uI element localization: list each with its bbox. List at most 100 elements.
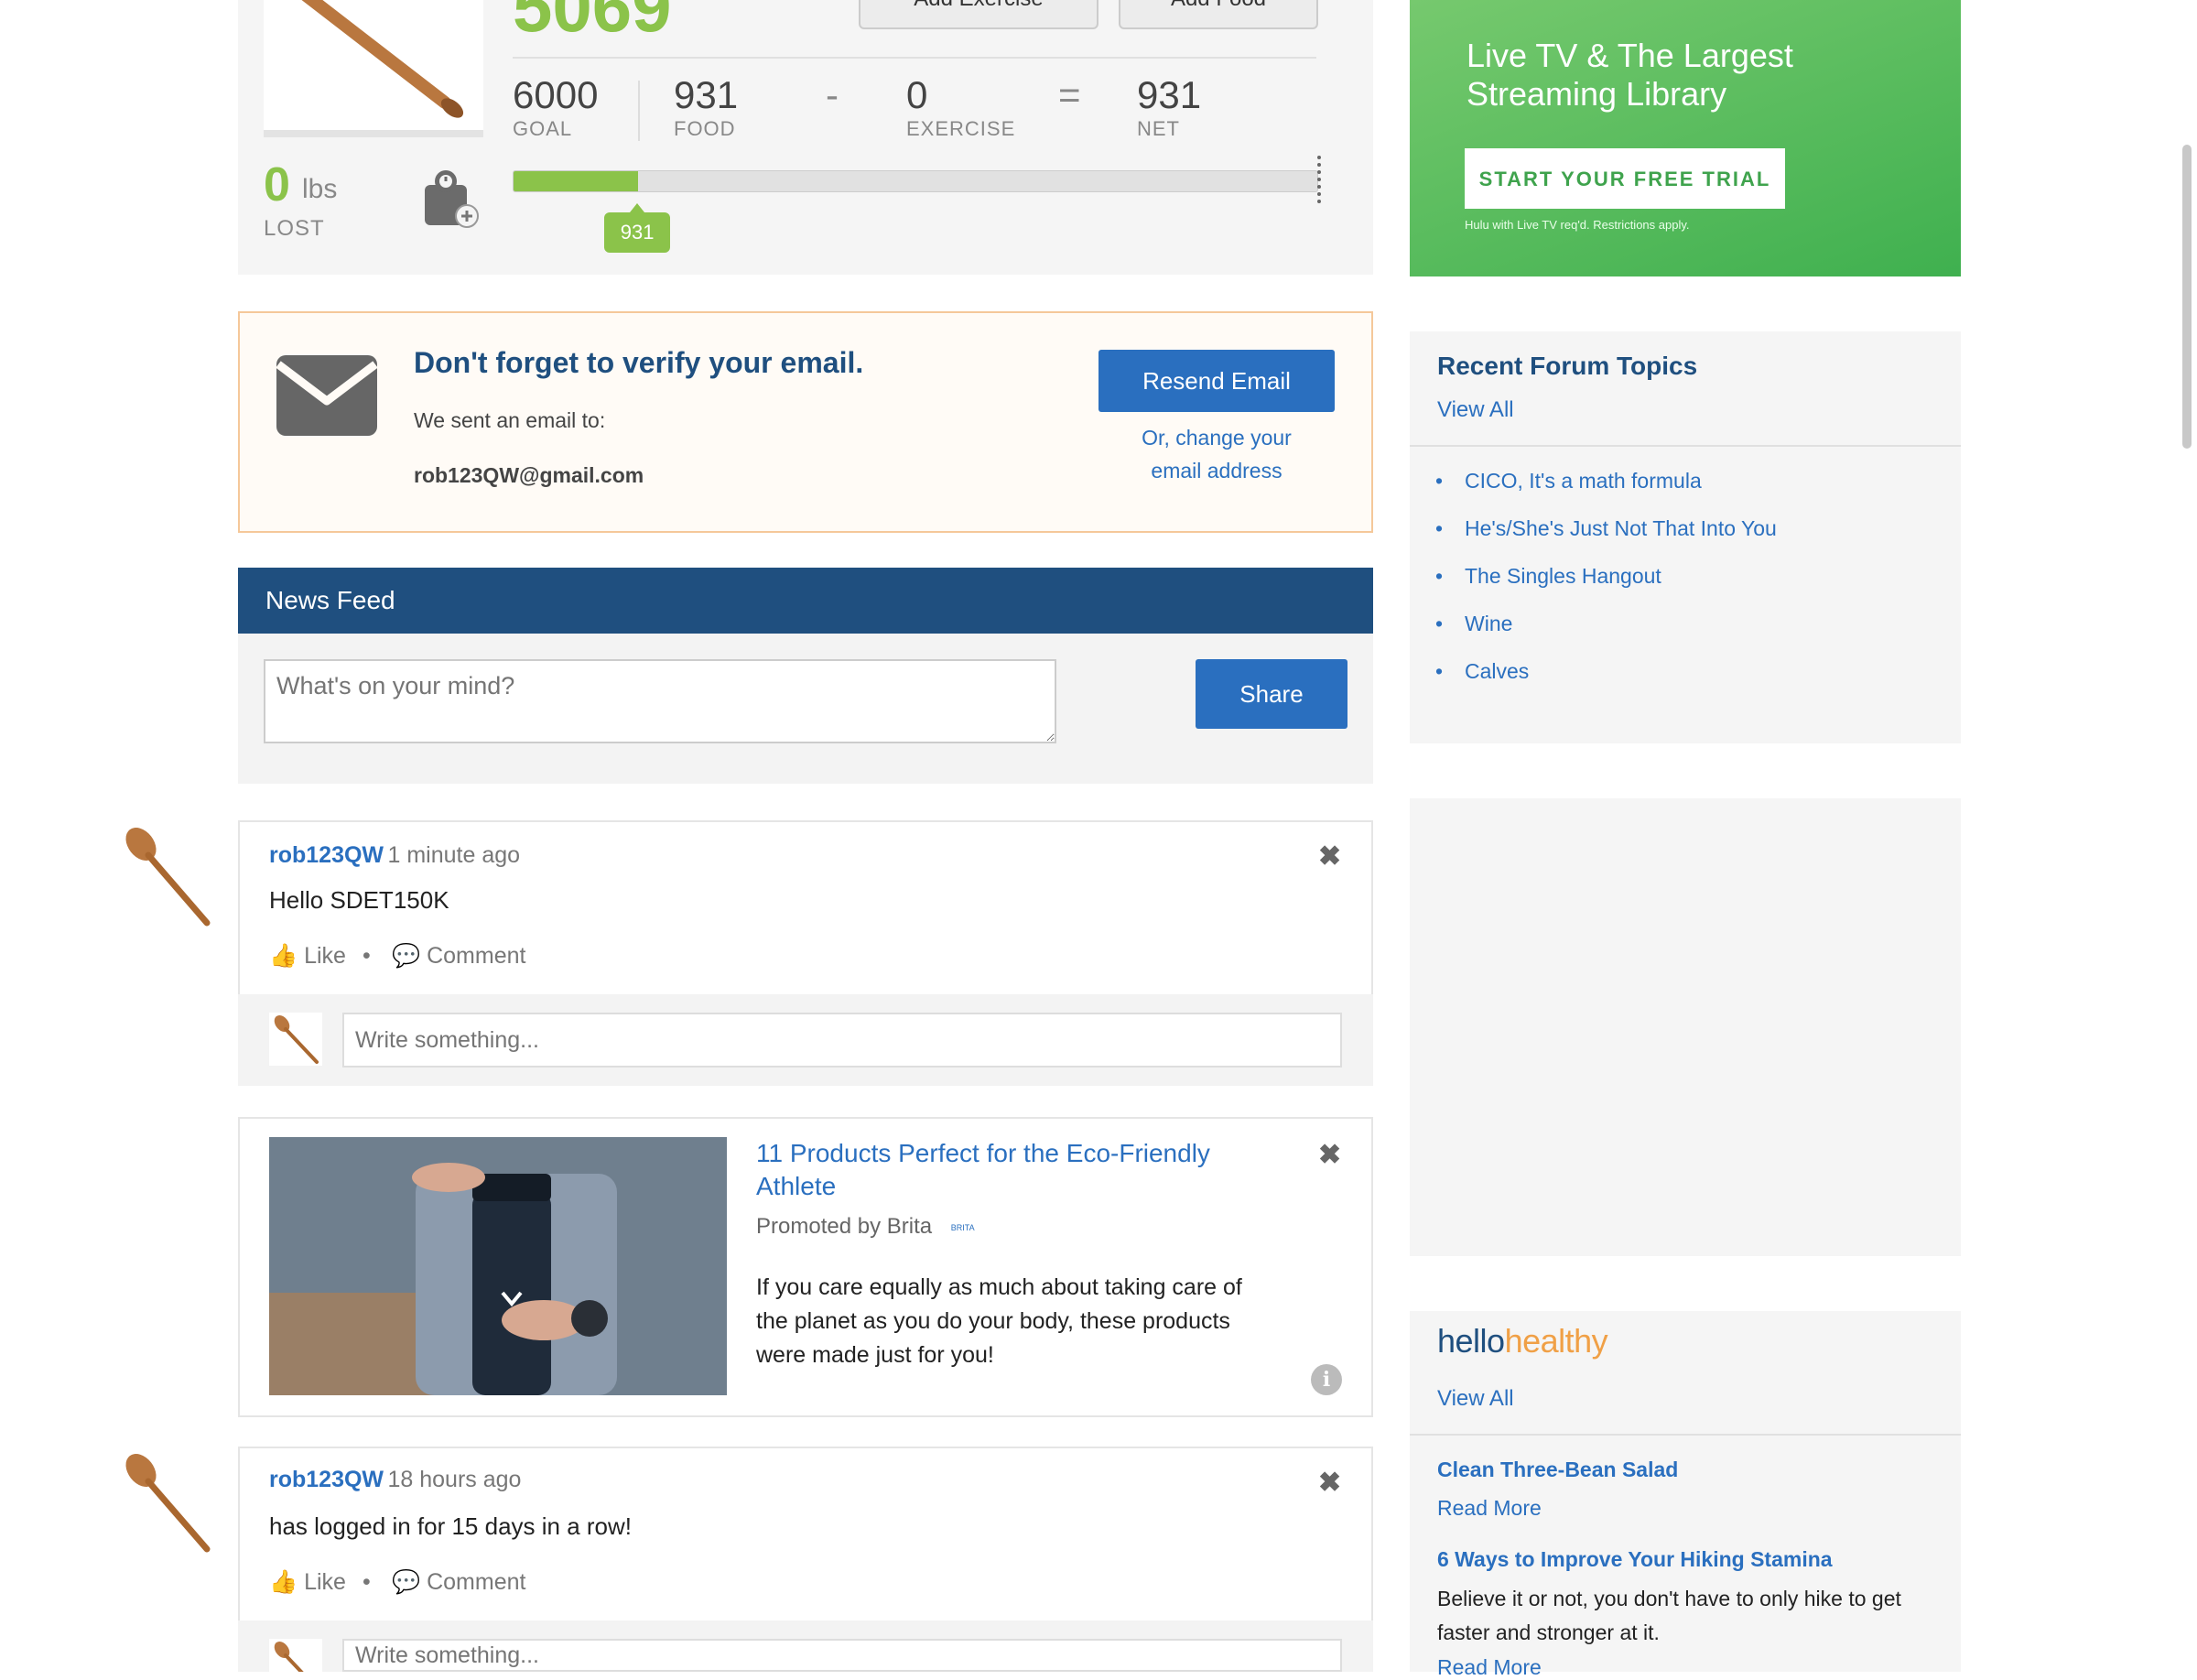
forum-topic-link[interactable]: The Singles Hangout <box>1435 564 1661 589</box>
forum-view-all-link[interactable]: View All <box>1437 397 1514 423</box>
status-input[interactable] <box>264 659 1056 743</box>
change-email-line1[interactable]: Or, change your <box>1098 421 1335 454</box>
share-button[interactable]: Share <box>1196 659 1347 729</box>
progress-fill <box>514 171 639 191</box>
avatar[interactable] <box>114 1447 218 1556</box>
read-more-link[interactable]: Read More <box>1437 1655 1542 1680</box>
close-icon[interactable]: ✖ <box>1318 1139 1341 1171</box>
forum-title: Recent Forum Topics <box>1437 352 1698 380</box>
divider <box>1410 445 1961 447</box>
divider <box>513 57 1316 59</box>
goal-label: GOAL <box>513 117 573 140</box>
spoon-icon <box>301 0 464 118</box>
ad-headline-line2: Streaming Library <box>1466 75 1727 113</box>
hulu-ad[interactable]: Live TV & The Largest Streaming Library … <box>1410 0 1961 276</box>
progress-tooltip: 931 <box>604 203 671 253</box>
progress-goal-marker <box>1317 156 1321 203</box>
minus-sign: - <box>826 73 839 116</box>
hello-healthy-view-all-link[interactable]: View All <box>1437 1386 1514 1412</box>
like-button[interactable]: 👍 Like <box>269 1569 346 1596</box>
post-timestamp: 1 minute ago <box>387 842 521 868</box>
read-more-link[interactable]: Read More <box>1437 1496 1542 1521</box>
divider <box>1410 1434 1961 1436</box>
comment-input[interactable] <box>342 1639 1342 1672</box>
add-exercise-button[interactable]: Add Exercise <box>859 0 1098 29</box>
promo-title-link[interactable]: 11 Products Perfect for the Eco-Friendly… <box>756 1137 1269 1203</box>
ad-placeholder <box>1410 798 1961 1256</box>
post-username[interactable]: rob123QW <box>269 1467 384 1492</box>
like-button[interactable]: 👍 Like <box>269 943 346 970</box>
calorie-progress-bar <box>513 170 1318 192</box>
lbs-lost-label: LOST <box>264 216 325 241</box>
net-value: 931 <box>1137 73 1202 116</box>
brita-logo: BRITA <box>950 1222 975 1232</box>
post-text: Hello SDET150K <box>269 886 449 914</box>
thumbs-up-icon: 👍 <box>269 943 298 969</box>
spoon-icon <box>274 1015 319 1064</box>
profile-photo[interactable] <box>264 0 483 137</box>
divider <box>638 81 640 141</box>
page-scrollbar[interactable] <box>2182 145 2192 449</box>
food-label: FOOD <box>674 117 736 140</box>
post-header: rob123QW 18 hours ago <box>269 1467 521 1493</box>
forum-topic-link[interactable]: Wine <box>1435 612 1512 636</box>
article-description: Believe it or not, you don't have to onl… <box>1437 1587 1901 1644</box>
lbs-lost-unit: lbs <box>302 174 338 204</box>
avatar[interactable] <box>114 820 218 930</box>
goal-value: 6000 <box>513 73 599 116</box>
forum-topic-link[interactable]: He's/She's Just Not That Into You <box>1435 516 1777 541</box>
speech-bubble-icon: 💬 <box>392 943 421 969</box>
resend-email-button[interactable]: Resend Email <box>1098 350 1335 412</box>
forum-topic-link[interactable]: Calves <box>1435 659 1529 684</box>
comment-label: Comment <box>427 943 526 969</box>
change-email-line2[interactable]: email address <box>1098 454 1335 487</box>
calories-remaining: 5069 <box>513 0 672 47</box>
verify-email-address: rob123QW@gmail.com <box>414 463 644 487</box>
comment-input[interactable] <box>342 1013 1342 1068</box>
separator-dot: • <box>363 1569 371 1595</box>
comment-button[interactable]: 💬 Comment <box>392 943 525 970</box>
close-icon[interactable]: ✖ <box>1318 1467 1341 1499</box>
ad-headline-line1: Live TV & The Largest <box>1466 37 1793 74</box>
comment-button[interactable]: 💬 Comment <box>392 1569 525 1596</box>
promo-image[interactable] <box>269 1137 727 1395</box>
article-title-link[interactable]: Clean Three-Bean Salad <box>1437 1458 1678 1482</box>
verify-sent-label: We sent an email to: <box>414 408 606 432</box>
speech-bubble-icon: 💬 <box>392 1569 421 1595</box>
add-weight-scale-icon[interactable] <box>425 168 480 229</box>
avatar <box>269 1013 322 1066</box>
lbs-lost-value: 0 <box>264 158 290 211</box>
post-timestamp: 18 hours ago <box>387 1467 522 1492</box>
post-header: rob123QW 1 minute ago <box>269 842 520 869</box>
news-feed-title: News Feed <box>265 586 395 614</box>
exercise-value: 0 <box>906 73 928 116</box>
promoted-by-text: Promoted by Brita <box>756 1214 933 1239</box>
post-text: has logged in for 15 days in a row! <box>269 1512 633 1540</box>
spoon-icon <box>125 828 211 927</box>
separator-dot: • <box>363 943 371 969</box>
article-title-link[interactable]: 6 Ways to Improve Your Hiking Stamina <box>1437 1547 1833 1572</box>
spoon-icon <box>274 1642 304 1672</box>
post-username[interactable]: rob123QW <box>269 842 384 868</box>
exercise-label: EXERCISE <box>906 117 1016 140</box>
thumbs-up-icon: 👍 <box>269 1569 298 1595</box>
like-label: Like <box>304 943 346 969</box>
forum-topic-link[interactable]: CICO, It's a math formula <box>1435 469 1702 493</box>
change-email-link[interactable]: Or, change your email address <box>1098 421 1335 487</box>
add-food-button[interactable]: Add Food <box>1119 0 1318 29</box>
avatar <box>269 1639 322 1672</box>
info-icon[interactable]: i <box>1311 1364 1342 1395</box>
ad-fine-print: Hulu with Live TV req'd. Restrictions ap… <box>1465 218 1690 232</box>
verify-email-title: Don't forget to verify your email. <box>414 346 864 379</box>
hello-healthy-logo[interactable]: hellohealthy <box>1437 1322 1608 1360</box>
net-label: NET <box>1137 117 1180 140</box>
equals-sign: = <box>1058 73 1081 116</box>
start-free-trial-button[interactable]: START YOUR FREE TRIAL <box>1465 148 1785 209</box>
food-value: 931 <box>674 73 739 116</box>
comment-label: Comment <box>427 1569 526 1595</box>
close-icon[interactable]: ✖ <box>1318 840 1341 873</box>
envelope-icon <box>275 353 379 438</box>
news-feed-header <box>238 568 1373 634</box>
promo-description: If you care equally as much about taking… <box>756 1274 1242 1368</box>
promoted-by-label: Promoted by Brita BRITA <box>756 1214 975 1240</box>
